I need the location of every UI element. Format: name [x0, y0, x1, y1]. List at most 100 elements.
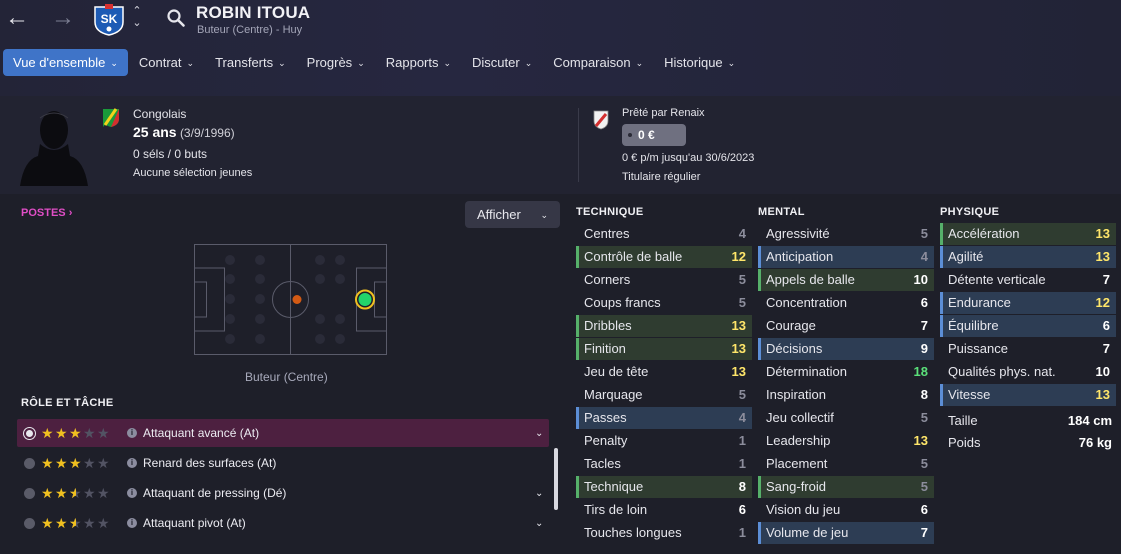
attribute-row-technique[interactable]: Corners 5 [576, 269, 752, 291]
attribute-row-technique[interactable]: Contrôle de balle 12 [576, 246, 752, 268]
tab-discuter[interactable]: Discuter ⌄ [462, 49, 542, 76]
role-radio-selected[interactable] [24, 427, 35, 439]
attribute-value: 13 [913, 433, 928, 448]
attribute-row-mental[interactable]: Inspiration 8 [758, 384, 934, 406]
attribute-row-technique[interactable]: Penalty 1 [576, 430, 752, 452]
chevron-down-icon: ⌄ [110, 58, 118, 68]
attribute-row-technique[interactable]: Centres 4 [576, 223, 752, 245]
chevron-down-icon[interactable]: ⌄ [535, 518, 543, 529]
tab-contrat[interactable]: Contrat ⌄ [129, 49, 204, 76]
role-radio[interactable] [24, 457, 35, 469]
attribute-row-mental[interactable]: Leadership 13 [758, 430, 934, 452]
tab-transferts[interactable]: Transferts ⌄ [205, 49, 296, 76]
roles-scrollbar[interactable] [554, 448, 558, 510]
attribute-label: Centres [584, 226, 630, 241]
attribute-row-mental[interactable]: Sang-froid 5 [758, 476, 934, 498]
attribute-value: 18 [913, 364, 928, 379]
attribute-row-mental[interactable]: Décisions 9 [758, 338, 934, 360]
attribute-row-mental[interactable]: Placement 5 [758, 453, 934, 475]
transfer-value-pill[interactable]: 0 € [622, 124, 686, 146]
tab-rapports[interactable]: Rapports ⌄ [376, 49, 461, 76]
chevron-down-icon[interactable]: ⌄ [535, 488, 543, 499]
player-switch-updown-icon[interactable]: ⌃ ⌄ [130, 5, 144, 33]
attribute-row-mental[interactable]: Concentration 6 [758, 292, 934, 314]
attribute-row-technique[interactable]: Touches longues 1 [576, 522, 752, 544]
chevron-down-icon: ⌄ [524, 58, 533, 68]
tab-label: Progrès [306, 55, 353, 70]
attribute-row-technique[interactable]: Dribbles 13 [576, 315, 752, 337]
attribute-row-mental[interactable]: Détermination 18 [758, 361, 934, 383]
role-row-renard[interactable]: ★ ★ ★ ★ ★ i Renard des surfaces (At) [17, 449, 549, 477]
weight-label: Poids [948, 435, 981, 450]
attribute-row-physique[interactable]: Détente verticale 7 [940, 269, 1116, 291]
afficher-dropdown[interactable]: Afficher ⌄ [465, 201, 560, 228]
info-icon[interactable]: i [127, 518, 137, 528]
role-row-pivot[interactable]: ★★★★★ i Attaquant pivot (At) ⌄ [17, 509, 549, 537]
info-icon[interactable]: i [127, 428, 137, 438]
attribute-row-technique[interactable]: Marquage 5 [576, 384, 752, 406]
attribute-label: Vision du jeu [766, 502, 841, 517]
info-divider [578, 108, 579, 182]
attribute-row-physique[interactable]: Vitesse 13 [940, 384, 1116, 406]
attribute-label: Volume de jeu [766, 525, 849, 540]
chevron-right-icon: › [68, 207, 73, 219]
attribute-value: 8 [738, 479, 746, 494]
info-icon[interactable]: i [127, 488, 137, 498]
chevron-down-icon[interactable]: ⌄ [535, 428, 543, 439]
attribute-row-mental[interactable]: Courage 7 [758, 315, 934, 337]
role-name: Attaquant de pressing (Dé) [143, 486, 287, 500]
attribute-value: 13 [731, 318, 746, 333]
tab-historique[interactable]: Historique ⌄ [654, 49, 745, 76]
role-name: Renard des surfaces (At) [143, 456, 277, 470]
attribute-row-technique[interactable]: Jeu de tête 13 [576, 361, 752, 383]
nationality-flag-icon [103, 108, 119, 127]
nationality-text: Congolais [133, 107, 187, 121]
attribute-value: 7 [1102, 272, 1110, 287]
tab-vue-ensemble[interactable]: Vue d'ensemble ⌄ [3, 49, 128, 76]
attribute-row-technique[interactable]: Finition 13 [576, 338, 752, 360]
squad-status: Titulaire régulier [622, 171, 701, 183]
tab-progres[interactable]: Progrès ⌄ [297, 49, 375, 76]
attribute-row-mental[interactable]: Anticipation 4 [758, 246, 934, 268]
attribute-row-technique[interactable]: Tacles 1 [576, 453, 752, 475]
attribute-row-physique[interactable]: Équilibre 6 [940, 315, 1116, 337]
attribute-value: 1 [738, 456, 746, 471]
loan-club-badge-icon[interactable] [593, 110, 609, 130]
height-label: Taille [948, 413, 978, 428]
club-logo[interactable]: SK [92, 4, 126, 36]
attribute-label: Courage [766, 318, 816, 333]
attribute-row-technique[interactable]: Technique 8 [576, 476, 752, 498]
search-icon[interactable] [166, 8, 186, 28]
attribute-label: Technique [584, 479, 644, 494]
attribute-row-technique[interactable]: Passes 4 [576, 407, 752, 429]
role-name: Attaquant pivot (At) [143, 516, 246, 530]
role-radio[interactable] [24, 517, 35, 529]
attribute-row-technique[interactable]: Coups francs 5 [576, 292, 752, 314]
info-icon[interactable]: i [127, 458, 137, 468]
top-bar: ← → SK ⌃ ⌄ ROBIN ITOUA Buteur (Centre) - … [0, 0, 1121, 96]
postes-link[interactable]: POSTES › [21, 207, 72, 219]
attribute-row-physique[interactable]: Qualités phys. nat. 10 [940, 361, 1116, 383]
forward-arrow-icon[interactable]: → [50, 6, 76, 32]
attribute-row-physique[interactable]: Accélération 13 [940, 223, 1116, 245]
attribute-value: 4 [738, 226, 746, 241]
attribute-row-mental[interactable]: Appels de balle 10 [758, 269, 934, 291]
attribute-row-physique[interactable]: Puissance 7 [940, 338, 1116, 360]
attribute-row-mental[interactable]: Agressivité 5 [758, 223, 934, 245]
attribute-row-mental[interactable]: Vision du jeu 6 [758, 499, 934, 521]
attribute-row-physique[interactable]: Endurance 12 [940, 292, 1116, 314]
attribute-row-physique[interactable]: Agilité 13 [940, 246, 1116, 268]
attribute-label: Tirs de loin [584, 502, 648, 517]
back-arrow-icon[interactable]: ← [4, 6, 30, 32]
tab-comparaison[interactable]: Comparaison ⌄ [543, 49, 653, 76]
caps-goals: 0 séls / 0 buts [133, 147, 208, 161]
attribute-row-mental[interactable]: Volume de jeu 7 [758, 522, 934, 544]
role-row-attaquant-avance[interactable]: ★ ★ ★ ★ ★ i Attaquant avancé (At) ⌄ [17, 419, 549, 447]
role-radio[interactable] [24, 487, 35, 499]
attribute-value: 5 [738, 387, 746, 402]
attribute-row-mental[interactable]: Jeu collectif 5 [758, 407, 934, 429]
attribute-row-technique[interactable]: Tirs de loin 6 [576, 499, 752, 521]
role-row-pressing[interactable]: ★★★★★ i Attaquant de pressing (Dé) ⌄ [17, 479, 549, 507]
attribute-value: 5 [738, 295, 746, 310]
tab-label: Comparaison [553, 55, 631, 70]
